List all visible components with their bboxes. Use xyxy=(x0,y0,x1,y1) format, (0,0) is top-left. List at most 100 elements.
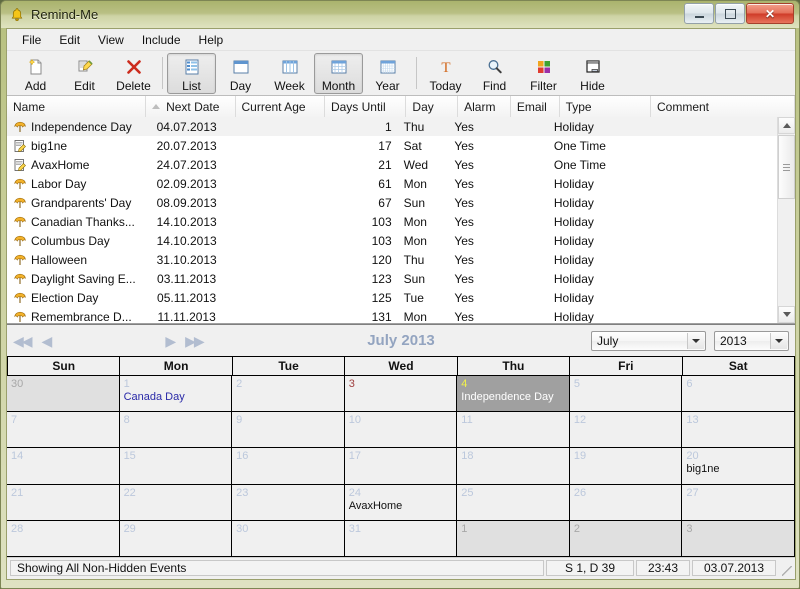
calendar-day-cell[interactable]: 14 xyxy=(7,448,120,485)
delete-button[interactable]: Delete xyxy=(109,53,158,94)
column-header-label: Current Age xyxy=(241,99,306,114)
menu-item-help[interactable]: Help xyxy=(190,30,233,50)
table-row[interactable]: Halloween 31.10.2013 120 Thu Yes Holiday xyxy=(7,250,778,269)
minimize-button[interactable] xyxy=(684,3,714,24)
column-header-days-until[interactable]: Days Until xyxy=(325,96,407,117)
calendar-day-cell[interactable]: 6 xyxy=(682,376,795,413)
calendar-day-cell[interactable]: 5 xyxy=(569,376,683,413)
column-header-current-age[interactable]: Current Age xyxy=(236,96,325,117)
scrollbar-thumb[interactable] xyxy=(778,135,795,199)
calendar-day-cell[interactable]: 15 xyxy=(119,448,233,485)
calendar-event[interactable]: AvaxHome xyxy=(349,500,453,513)
calendar-day-cell[interactable]: 8 xyxy=(119,412,233,449)
calendar-day-cell[interactable]: 27 xyxy=(682,484,795,521)
table-row[interactable]: AvaxHome 24.07.2013 21 Wed Yes One Time xyxy=(7,155,778,174)
calendar-day-cell[interactable]: 20 big1ne xyxy=(682,448,795,485)
hide-button[interactable]: Hide xyxy=(568,53,617,94)
calendar-day-cell[interactable]: 21 xyxy=(7,484,120,521)
year-view-button[interactable]: Year xyxy=(363,53,412,94)
column-header-name[interactable]: Name xyxy=(7,96,147,117)
calendar-day-cell[interactable]: 3 xyxy=(344,376,458,413)
filter-button[interactable]: Filter xyxy=(519,53,568,94)
resize-grip-icon[interactable] xyxy=(778,560,792,576)
calendar-day-cell[interactable]: 30 xyxy=(232,520,345,557)
edit-button[interactable]: Edit xyxy=(60,53,109,94)
column-header-alarm[interactable]: Alarm xyxy=(458,96,511,117)
calendar-day-cell[interactable]: 29 xyxy=(119,520,233,557)
calendar-event[interactable]: Canada Day xyxy=(124,391,228,404)
calendar-day-cell[interactable]: 1 Canada Day xyxy=(119,376,233,413)
month-select[interactable]: July xyxy=(591,330,706,351)
calendar-event[interactable]: big1ne xyxy=(686,463,790,476)
today-button[interactable]: T Today xyxy=(421,53,470,94)
menu-item-include[interactable]: Include xyxy=(133,30,190,50)
calendar-day-cell[interactable]: 3 xyxy=(682,520,795,557)
menu-item-view[interactable]: View xyxy=(89,30,133,50)
calendar-day-cell[interactable]: 31 xyxy=(344,520,458,557)
calendar-day-cell[interactable]: 7 xyxy=(7,412,120,449)
calendar-day-cell[interactable]: 24 AvaxHome xyxy=(344,484,458,521)
column-header-type[interactable]: Type xyxy=(560,96,651,117)
find-button[interactable]: Find xyxy=(470,53,519,94)
calendar-day-cell[interactable]: 26 xyxy=(569,484,683,521)
table-row[interactable]: Election Day 05.11.2013 125 Tue Yes Holiday xyxy=(7,288,778,307)
year-select[interactable]: 2013 xyxy=(714,330,789,351)
calendar-day-cell[interactable]: 13 xyxy=(682,412,795,449)
menu-item-edit[interactable]: Edit xyxy=(50,30,89,50)
calendar-day-cell[interactable]: 28 xyxy=(7,520,120,557)
calendar-day-cell[interactable]: 23 xyxy=(232,484,345,521)
table-row[interactable]: big1ne 20.07.2013 17 Sat Yes One Time xyxy=(7,136,778,155)
list-vertical-scrollbar[interactable] xyxy=(777,117,795,323)
calendar-day-cell[interactable]: 2 xyxy=(569,520,683,557)
column-header-next-date[interactable]: Next Date xyxy=(146,96,236,117)
calendar-day-cell[interactable]: 9 xyxy=(232,412,345,449)
calendar-day-cell[interactable]: 11 xyxy=(457,412,570,449)
day-number: 9 xyxy=(236,414,243,427)
calendar-day-cell[interactable]: 17 xyxy=(344,448,458,485)
prev-month-icon[interactable]: ◀ xyxy=(42,334,53,348)
column-header-day[interactable]: Day xyxy=(406,96,459,117)
month-view-button[interactable]: Month xyxy=(314,52,363,94)
calendar-day-cell[interactable]: 25 xyxy=(457,484,570,521)
menu-item-file[interactable]: File xyxy=(13,30,50,50)
calendar-day-cell[interactable]: 18 xyxy=(457,448,570,485)
calendar-day-cell[interactable]: 10 xyxy=(344,412,458,449)
calendar-event[interactable]: Independence Day xyxy=(461,391,565,404)
calendar-day-cell[interactable]: 16 xyxy=(232,448,345,485)
column-header-label: Days Until xyxy=(330,99,386,114)
cell-alarm: Yes xyxy=(454,290,474,305)
table-row[interactable]: Columbus Day 14.10.2013 103 Mon Yes Holiday xyxy=(7,231,778,250)
add-button[interactable]: Add xyxy=(11,53,60,94)
first-page-icon[interactable]: ◀◀ xyxy=(13,334,32,348)
table-row[interactable]: Daylight Saving E... 03.11.2013 123 Sun Yes H… xyxy=(7,269,778,288)
day-number: 25 xyxy=(461,486,474,499)
column-header-comment[interactable]: Comment xyxy=(651,96,795,117)
column-header-email[interactable]: Email xyxy=(511,96,560,117)
calendar-day-cell[interactable]: 2 xyxy=(232,376,345,413)
cell-days-until: 61 xyxy=(378,176,392,191)
day-view-button[interactable]: Day xyxy=(216,53,265,94)
calendar-day-cell[interactable]: 1 xyxy=(457,520,570,557)
calendar-day-cell[interactable]: 19 xyxy=(569,448,683,485)
scroll-up-button[interactable] xyxy=(778,117,795,134)
list-view-button[interactable]: List xyxy=(167,52,216,94)
table-row[interactable]: Canadian Thanks... 14.10.2013 103 Mon Yes Hol… xyxy=(7,212,778,231)
next-month-icon[interactable]: ▶ xyxy=(165,334,176,348)
day-number: 2 xyxy=(573,522,580,535)
cell-alarm: Yes xyxy=(454,309,474,324)
table-row[interactable]: Remembrance D... 11.11.2013 131 Mon Yes Holid… xyxy=(7,307,778,323)
cell-type: One Time xyxy=(553,138,606,153)
table-row[interactable]: Labor Day 02.09.2013 61 Mon Yes Holiday xyxy=(7,174,778,193)
week-view-button[interactable]: Week xyxy=(265,53,314,94)
calendar-day-cell[interactable]: 30 xyxy=(7,376,120,413)
scroll-down-button[interactable] xyxy=(778,306,795,323)
calendar-day-cell[interactable]: 22 xyxy=(119,484,233,521)
close-button[interactable]: ✕ xyxy=(746,3,794,24)
maximize-button[interactable] xyxy=(715,3,745,24)
calendar-day-cell[interactable]: 4 Independence Day xyxy=(457,376,570,413)
calendar-day-cell[interactable]: 12 xyxy=(569,412,683,449)
table-row[interactable]: Grandparents' Day 08.09.2013 67 Sun Yes Holid… xyxy=(7,193,778,212)
last-page-icon[interactable]: ▶▶ xyxy=(185,334,204,348)
cell-days-until: 67 xyxy=(378,195,392,210)
table-row[interactable]: Independence Day 04.07.2013 1 Thu Yes Holiday xyxy=(7,117,778,136)
